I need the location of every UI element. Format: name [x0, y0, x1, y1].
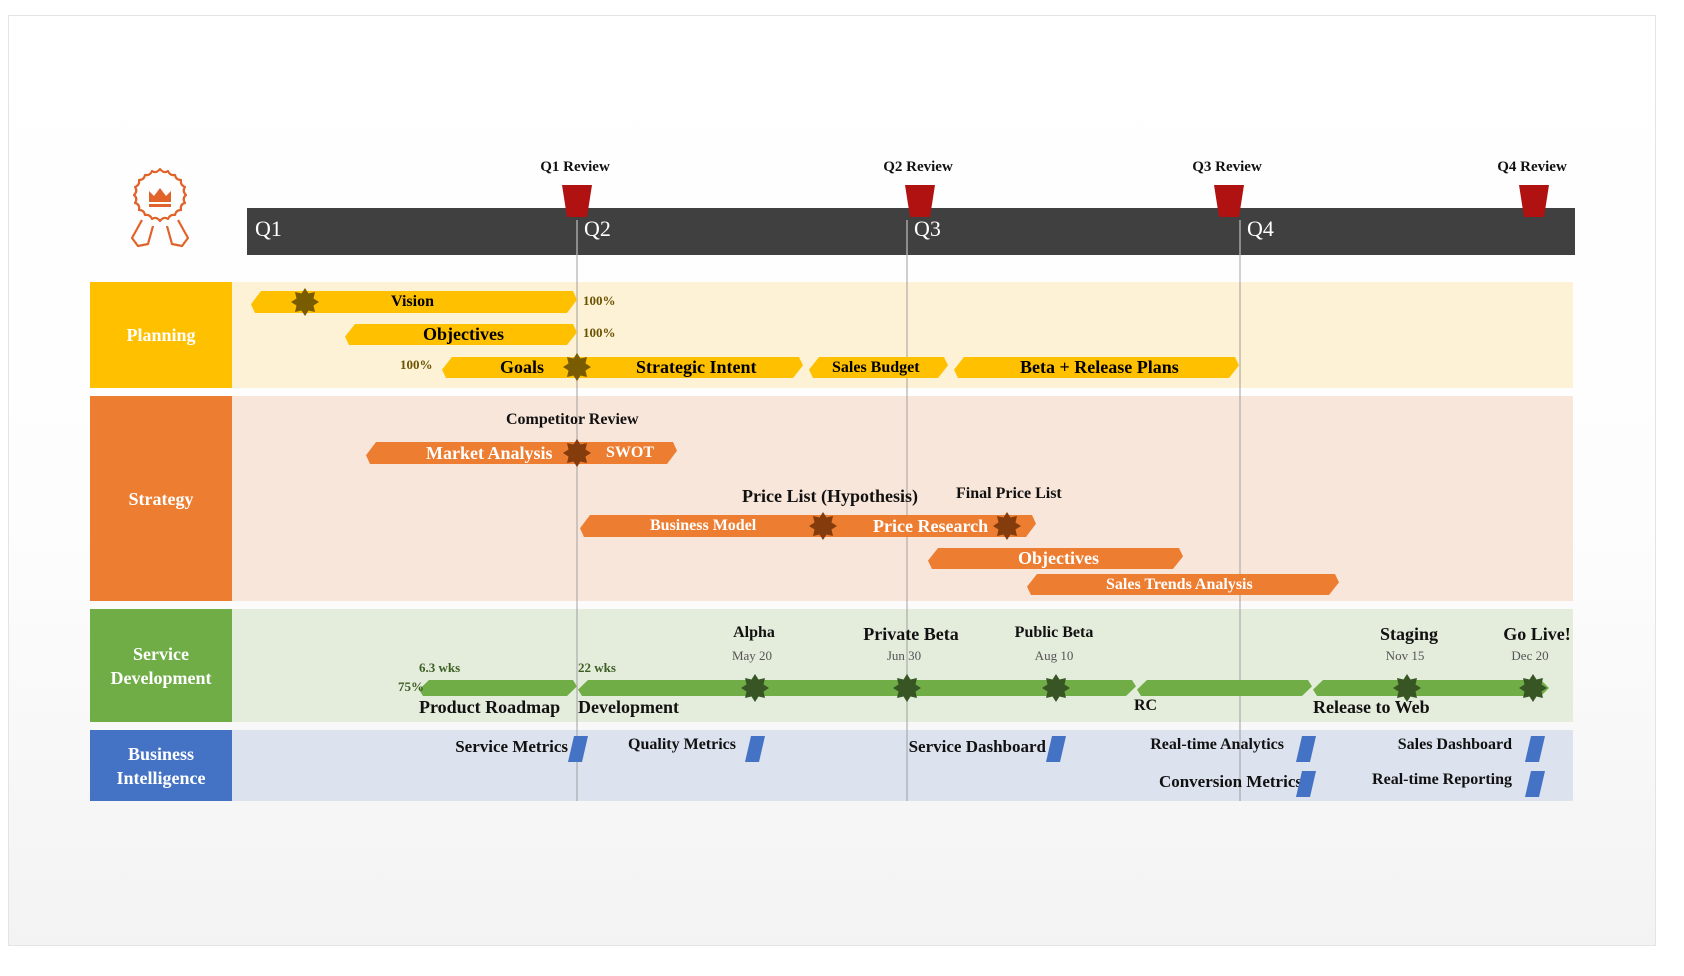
- task-percent: 100%: [583, 325, 616, 340]
- milestone-star-icon[interactable]: [1042, 674, 1070, 702]
- task-label: Goals: [500, 357, 545, 377]
- milestone-date: Nov 15: [1385, 648, 1425, 663]
- milestone-label: Public Beta: [1014, 624, 1094, 641]
- milestone-label: Final Price List: [956, 485, 1062, 502]
- milestone-star-icon[interactable]: [563, 439, 591, 467]
- award-crown-icon: [130, 167, 190, 248]
- milestone-star-icon[interactable]: [993, 512, 1021, 540]
- lane-business-intelligence: [232, 730, 1573, 801]
- bi-deliverable: Sales Dashboard: [1397, 736, 1512, 753]
- review-flag-icon: [562, 185, 592, 217]
- duration-label: 6.3 wks: [419, 660, 461, 675]
- milestone-star-icon[interactable]: [1393, 674, 1421, 702]
- task-bar[interactable]: Sales Trends Analysis: [1027, 574, 1339, 595]
- bi-deliverable: Real-time Analytics: [1150, 736, 1284, 753]
- lane-label-strategy: Strategy: [90, 396, 232, 601]
- milestone-label: Go Live!: [1503, 624, 1571, 644]
- milestone-date: Aug 10: [1034, 648, 1074, 663]
- milestone-label: Private Beta: [863, 624, 959, 644]
- task-bar[interactable]: Market Analysis SWOT: [366, 442, 677, 464]
- task-label: Market Analysis: [426, 442, 553, 463]
- task-bar[interactable]: [1137, 680, 1312, 696]
- quarter-divider: [906, 220, 908, 255]
- milestone-star-icon[interactable]: [563, 353, 591, 381]
- milestone-star-icon[interactable]: [741, 674, 769, 702]
- quarter-label-q2: Q2: [584, 216, 611, 241]
- review-flag-icon: [1519, 185, 1549, 217]
- task-bar[interactable]: Beta + Release Plans: [954, 357, 1239, 378]
- task-label: Sales Trends Analysis: [1106, 575, 1253, 593]
- quarter-gridline: [1239, 255, 1241, 801]
- milestone-star-icon[interactable]: [1519, 674, 1547, 702]
- review-label-q4: Q4 Review: [1497, 159, 1567, 175]
- duration-label: 22 wks: [578, 660, 616, 675]
- milestone-date: May 20: [731, 648, 773, 663]
- review-flag-icon: [1214, 185, 1244, 217]
- task-bar[interactable]: Objectives: [345, 324, 577, 345]
- milestone-label: Competitor Review: [506, 411, 639, 428]
- task-label: Objectives: [1018, 548, 1099, 568]
- lane-label-service-development: Service Development: [90, 609, 232, 722]
- milestone-label: Alpha: [733, 624, 775, 641]
- task-label: Vision: [391, 293, 434, 310]
- quarter-label-q4: Q4: [1247, 216, 1274, 241]
- task-bar[interactable]: Objectives: [928, 548, 1183, 569]
- percent-complete: 75%: [398, 679, 424, 694]
- lane-label-planning: Planning: [90, 282, 232, 388]
- quarter-divider: [1239, 220, 1241, 255]
- milestone-date: Dec 20: [1511, 648, 1549, 663]
- task-label: Development: [578, 697, 679, 717]
- bi-deliverable: Real-time Reporting: [1372, 771, 1512, 788]
- task-label: Business Model: [650, 517, 757, 534]
- milestone-star-icon[interactable]: [893, 674, 921, 702]
- task-bar[interactable]: Business Model Price Research: [580, 515, 1036, 537]
- task-label: Product Roadmap: [419, 697, 561, 717]
- lane-label-business-intelligence: Business Intelligence: [90, 730, 232, 801]
- bi-deliverable: Service Dashboard: [908, 737, 1046, 756]
- task-bar[interactable]: Sales Budget: [809, 357, 948, 378]
- task-label: Sales Budget: [832, 358, 920, 376]
- quarter-label-q1: Q1: [255, 216, 282, 241]
- review-label-q3: Q3 Review: [1192, 159, 1262, 175]
- quarter-divider: [576, 220, 578, 255]
- task-label: Strategic Intent: [636, 357, 757, 377]
- milestone-star-icon[interactable]: [291, 288, 319, 316]
- task-bar[interactable]: Goals Strategic Intent: [442, 357, 803, 378]
- task-percent: 100%: [400, 357, 433, 372]
- bi-deliverable: Conversion Metrics: [1158, 772, 1302, 791]
- milestone-label: Price List (Hypothesis): [742, 486, 918, 506]
- task-label: SWOT: [606, 444, 655, 461]
- bi-deliverable: Service Metrics: [455, 737, 568, 756]
- task-label: Price Research: [873, 515, 989, 536]
- milestone-date: Jun 30: [886, 648, 922, 663]
- review-flag-icon: [905, 185, 935, 217]
- review-label-q2: Q2 Review: [883, 159, 953, 175]
- task-label: Objectives: [423, 324, 504, 344]
- milestone-label: Staging: [1379, 624, 1439, 644]
- review-label-q1: Q1 Review: [540, 159, 610, 175]
- quarter-label-q3: Q3: [914, 216, 941, 241]
- milestone-star-icon[interactable]: [809, 512, 837, 540]
- bi-deliverable: Quality Metrics: [628, 736, 736, 753]
- task-bar[interactable]: [419, 680, 577, 696]
- task-label: RC: [1134, 697, 1158, 714]
- task-percent: 100%: [583, 293, 616, 308]
- quarter-gridline: [576, 255, 578, 801]
- task-label: Beta + Release Plans: [1020, 357, 1179, 377]
- task-bar[interactable]: [1313, 680, 1549, 696]
